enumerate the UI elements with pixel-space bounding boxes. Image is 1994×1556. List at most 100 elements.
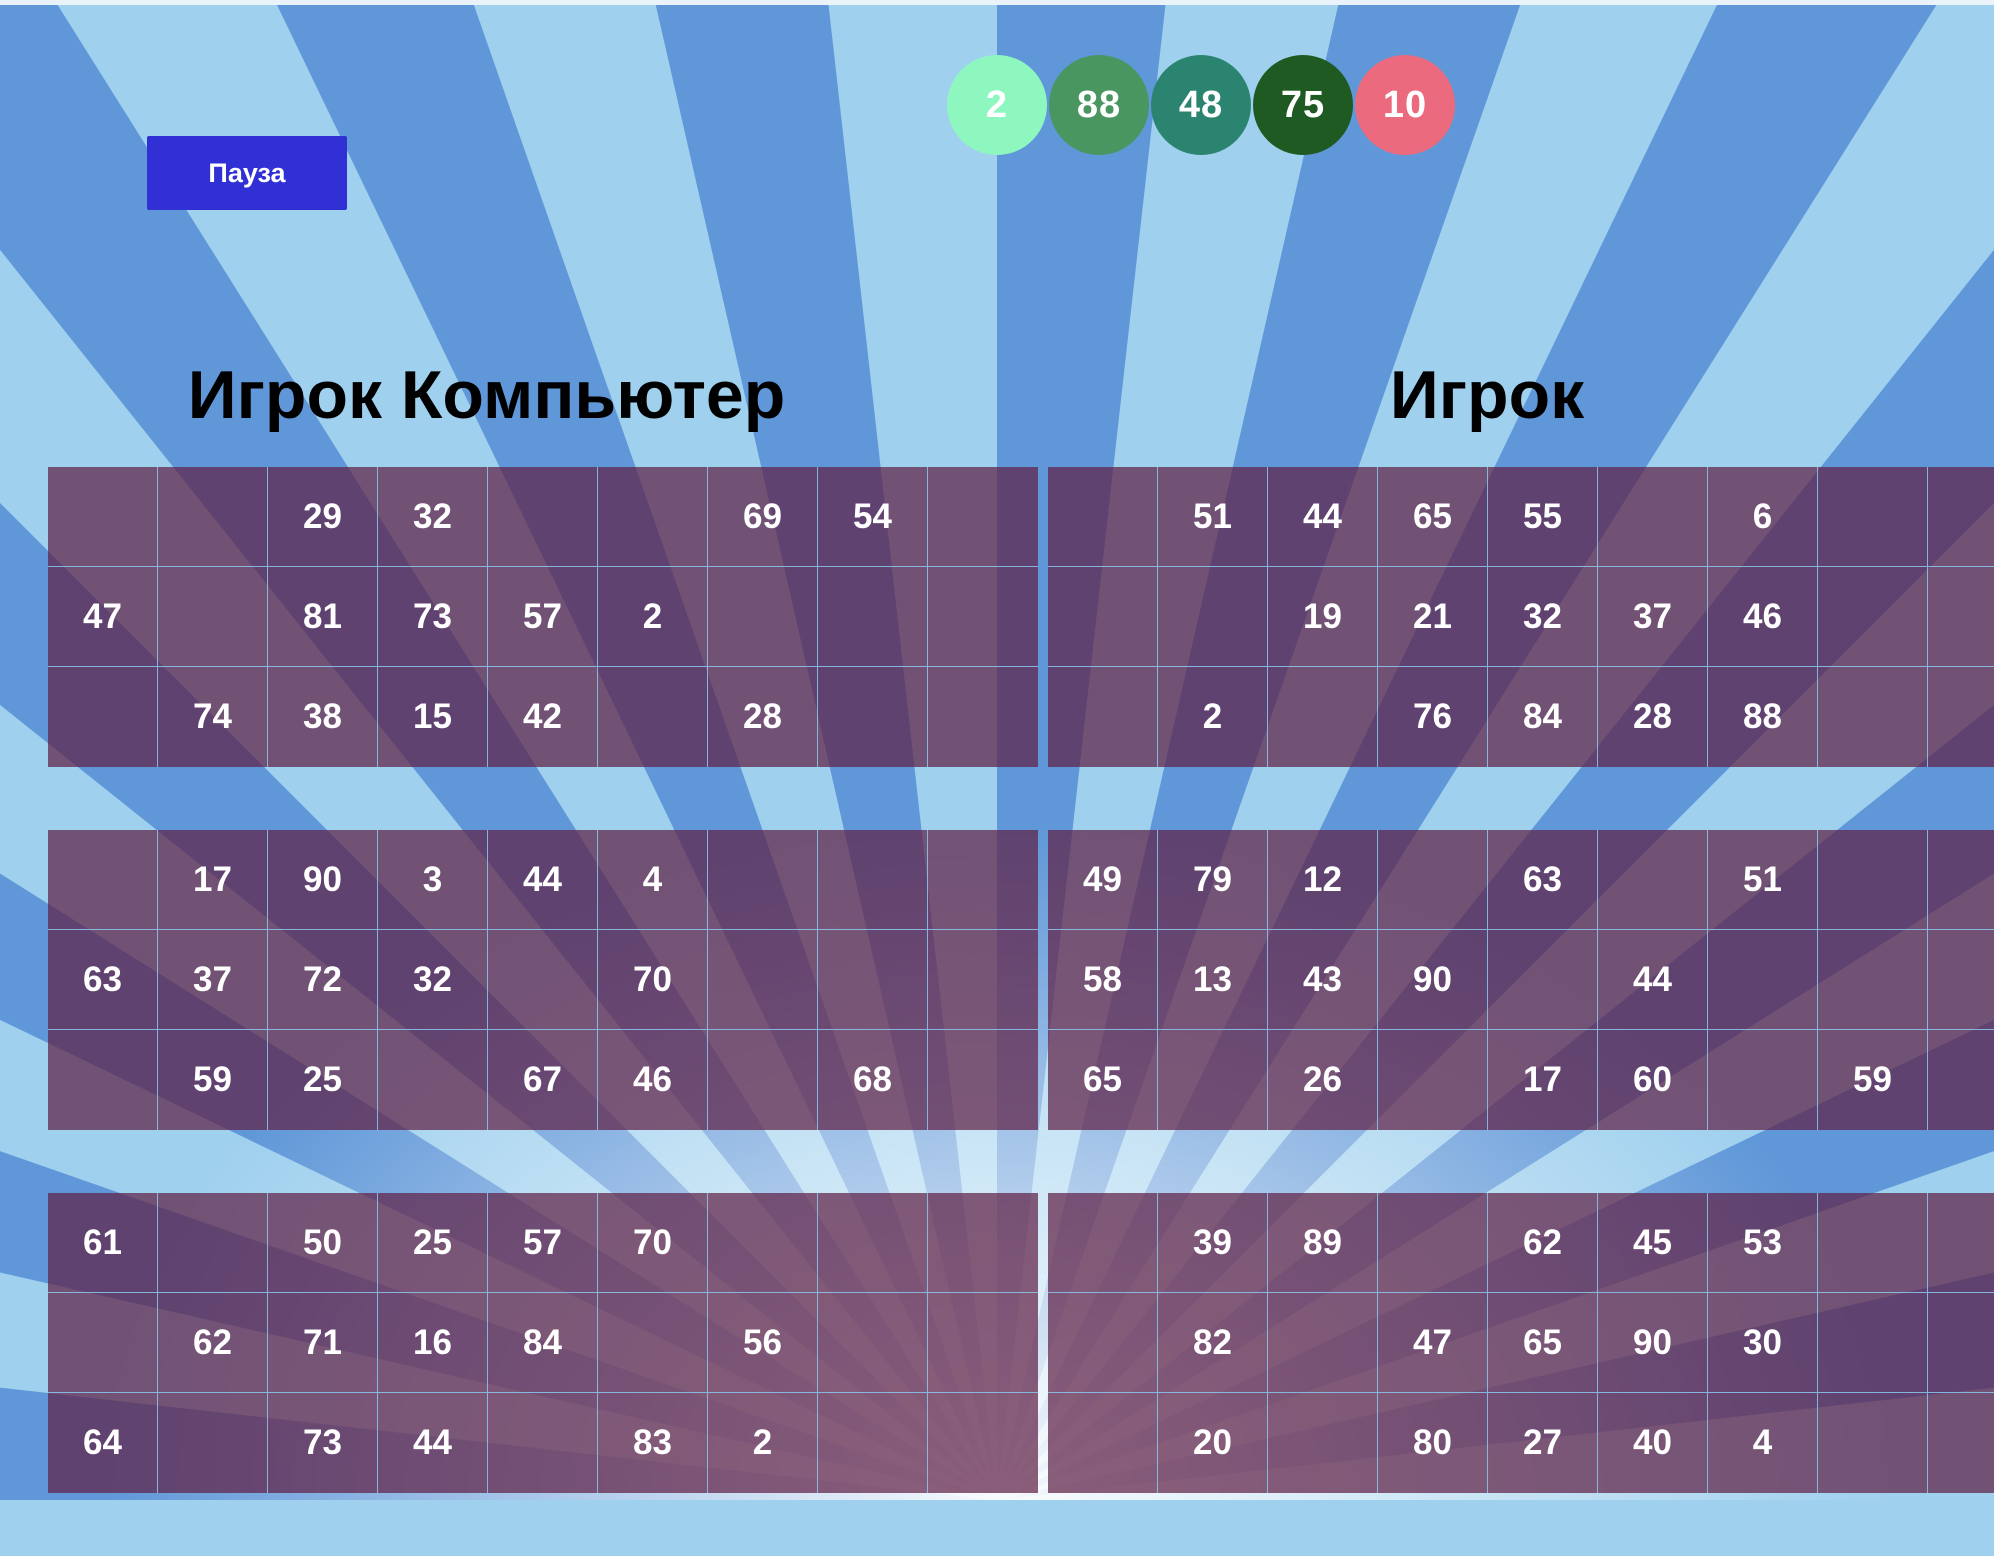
card-cell[interactable] bbox=[1378, 830, 1488, 930]
card-cell[interactable]: 59 bbox=[158, 1030, 268, 1130]
card-cell[interactable] bbox=[1048, 1393, 1158, 1493]
card-cell[interactable]: 13 bbox=[1158, 930, 1268, 1030]
card-cell[interactable] bbox=[1928, 1393, 1994, 1493]
card-cell[interactable]: 20 bbox=[1158, 1393, 1268, 1493]
card-cell[interactable] bbox=[378, 1030, 488, 1130]
card-cell[interactable]: 74 bbox=[158, 667, 268, 767]
card-cell[interactable]: 55 bbox=[1488, 467, 1598, 567]
card-cell[interactable]: 60 bbox=[1598, 1030, 1708, 1130]
card-cell[interactable] bbox=[1818, 1393, 1928, 1493]
card-cell[interactable]: 69 bbox=[708, 467, 818, 567]
card-cell[interactable] bbox=[158, 467, 268, 567]
card-cell[interactable] bbox=[1818, 467, 1928, 567]
card-cell[interactable] bbox=[928, 467, 1038, 567]
card-cell[interactable] bbox=[1158, 567, 1268, 667]
card-cell[interactable]: 63 bbox=[48, 930, 158, 1030]
card-cell[interactable] bbox=[1048, 467, 1158, 567]
card-cell[interactable] bbox=[48, 467, 158, 567]
card-cell[interactable] bbox=[1818, 1293, 1928, 1393]
card-cell[interactable] bbox=[708, 1193, 818, 1293]
card-cell[interactable]: 2 bbox=[1158, 667, 1268, 767]
card-cell[interactable] bbox=[48, 1293, 158, 1393]
card-cell[interactable]: 3 bbox=[378, 830, 488, 930]
card-cell[interactable]: 67 bbox=[488, 1030, 598, 1130]
card-cell[interactable]: 90 bbox=[1378, 930, 1488, 1030]
card-cell[interactable] bbox=[928, 1193, 1038, 1293]
card-cell[interactable]: 12 bbox=[1268, 830, 1378, 930]
card-cell[interactable]: 38 bbox=[268, 667, 378, 767]
card-cell[interactable]: 45 bbox=[1598, 1193, 1708, 1293]
card-cell[interactable]: 37 bbox=[158, 930, 268, 1030]
card-cell[interactable]: 79 bbox=[1158, 830, 1268, 930]
card-cell[interactable]: 2 bbox=[708, 1393, 818, 1493]
card-cell[interactable]: 2 bbox=[598, 567, 708, 667]
card-cell[interactable]: 82 bbox=[1158, 1293, 1268, 1393]
card-cell[interactable]: 28 bbox=[1598, 667, 1708, 767]
card-cell[interactable]: 81 bbox=[268, 567, 378, 667]
card-cell[interactable]: 27 bbox=[1488, 1393, 1598, 1493]
card-cell[interactable]: 61 bbox=[48, 1193, 158, 1293]
pause-button[interactable]: Пауза bbox=[147, 136, 347, 210]
card-cell[interactable]: 73 bbox=[378, 567, 488, 667]
card-cell[interactable] bbox=[488, 930, 598, 1030]
card-cell[interactable] bbox=[1928, 1193, 1994, 1293]
card-cell[interactable] bbox=[1048, 1293, 1158, 1393]
card-cell[interactable]: 51 bbox=[1708, 830, 1818, 930]
card-cell[interactable]: 44 bbox=[488, 830, 598, 930]
card-cell[interactable] bbox=[488, 467, 598, 567]
card-cell[interactable] bbox=[48, 667, 158, 767]
card-cell[interactable] bbox=[928, 567, 1038, 667]
card-cell[interactable]: 40 bbox=[1598, 1393, 1708, 1493]
card-cell[interactable]: 65 bbox=[1488, 1293, 1598, 1393]
card-cell[interactable]: 70 bbox=[598, 1193, 708, 1293]
card-cell[interactable]: 19 bbox=[1268, 567, 1378, 667]
card-cell[interactable] bbox=[1488, 930, 1598, 1030]
card-cell[interactable] bbox=[1048, 1193, 1158, 1293]
card-cell[interactable] bbox=[818, 1393, 928, 1493]
card-cell[interactable]: 4 bbox=[1708, 1393, 1818, 1493]
card-cell[interactable] bbox=[928, 1393, 1038, 1493]
card-cell[interactable]: 46 bbox=[1708, 567, 1818, 667]
card-cell[interactable]: 44 bbox=[1268, 467, 1378, 567]
card-cell[interactable]: 73 bbox=[268, 1393, 378, 1493]
card-cell[interactable] bbox=[158, 1193, 268, 1293]
card-cell[interactable] bbox=[488, 1393, 598, 1493]
card-cell[interactable] bbox=[1818, 830, 1928, 930]
card-cell[interactable]: 32 bbox=[378, 467, 488, 567]
card-cell[interactable]: 44 bbox=[378, 1393, 488, 1493]
card-cell[interactable]: 15 bbox=[378, 667, 488, 767]
card-cell[interactable]: 90 bbox=[1598, 1293, 1708, 1393]
card-cell[interactable] bbox=[598, 1293, 708, 1393]
card-cell[interactable]: 32 bbox=[378, 930, 488, 1030]
card-cell[interactable] bbox=[708, 930, 818, 1030]
card-cell[interactable] bbox=[818, 567, 928, 667]
card-cell[interactable] bbox=[158, 567, 268, 667]
card-cell[interactable] bbox=[48, 830, 158, 930]
card-cell[interactable] bbox=[1708, 930, 1818, 1030]
card-cell[interactable] bbox=[818, 930, 928, 1030]
card-cell[interactable] bbox=[598, 467, 708, 567]
card-cell[interactable]: 89 bbox=[1268, 1193, 1378, 1293]
card-cell[interactable]: 21 bbox=[1378, 567, 1488, 667]
card-cell[interactable]: 59 bbox=[1818, 1030, 1928, 1130]
card-cell[interactable]: 63 bbox=[1488, 830, 1598, 930]
card-cell[interactable] bbox=[48, 1030, 158, 1130]
card-cell[interactable]: 32 bbox=[1488, 567, 1598, 667]
card-cell[interactable] bbox=[1928, 1293, 1994, 1393]
card-cell[interactable]: 90 bbox=[268, 830, 378, 930]
card-cell[interactable] bbox=[818, 1293, 928, 1393]
card-cell[interactable] bbox=[928, 667, 1038, 767]
card-cell[interactable]: 39 bbox=[1158, 1193, 1268, 1293]
card-cell[interactable] bbox=[1598, 830, 1708, 930]
card-cell[interactable] bbox=[1378, 1193, 1488, 1293]
card-cell[interactable]: 16 bbox=[378, 1293, 488, 1393]
card-cell[interactable] bbox=[1928, 467, 1994, 567]
card-cell[interactable] bbox=[818, 830, 928, 930]
card-cell[interactable] bbox=[1268, 1393, 1378, 1493]
card-cell[interactable]: 42 bbox=[488, 667, 598, 767]
card-cell[interactable] bbox=[818, 667, 928, 767]
card-cell[interactable]: 84 bbox=[488, 1293, 598, 1393]
card-cell[interactable]: 53 bbox=[1708, 1193, 1818, 1293]
card-cell[interactable]: 62 bbox=[1488, 1193, 1598, 1293]
card-cell[interactable]: 80 bbox=[1378, 1393, 1488, 1493]
